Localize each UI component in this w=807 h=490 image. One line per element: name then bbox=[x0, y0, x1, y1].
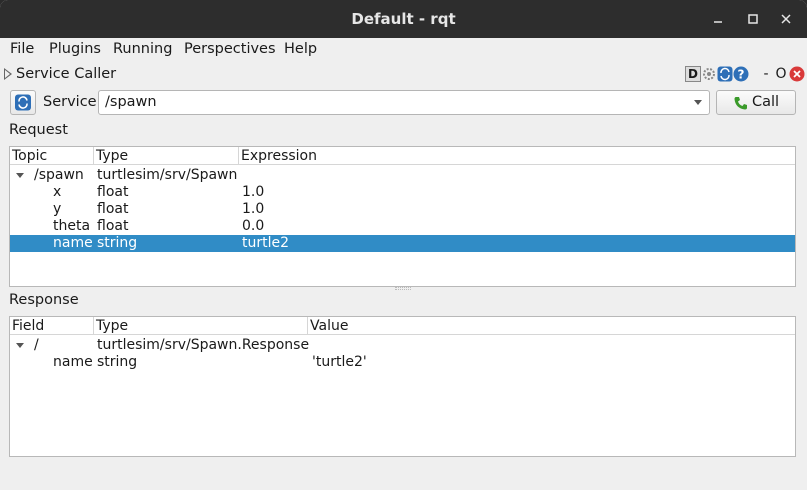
rqt-window: Default - rqt File Plugins Running Persp… bbox=[0, 0, 807, 490]
column-header-value[interactable]: Value bbox=[308, 317, 795, 335]
response-row[interactable]: / turtlesim/srv/Spawn.Response bbox=[10, 337, 795, 354]
gear-icon bbox=[703, 68, 715, 80]
response-tree-header: Field Type Value bbox=[10, 317, 795, 335]
call-label: Call bbox=[752, 94, 780, 110]
row-type: string bbox=[97, 235, 138, 251]
row-field: / bbox=[34, 337, 39, 353]
row-type: turtlesim/srv/Spawn.Response bbox=[97, 337, 310, 353]
response-tree[interactable]: Field Type Value / turtlesim/srv/Spawn.R… bbox=[9, 316, 796, 457]
row-expression[interactable]: 1.0 bbox=[242, 201, 264, 218]
reload-plugin-button[interactable] bbox=[717, 66, 733, 82]
column-header-field[interactable]: Field bbox=[10, 317, 94, 335]
menu-bar: File Plugins Running Perspectives Help bbox=[0, 38, 807, 62]
row-topic: /spawn bbox=[34, 167, 84, 183]
plugin-title: Service Caller bbox=[16, 66, 117, 82]
expand-arrow-icon[interactable] bbox=[16, 173, 24, 178]
row-topic: y bbox=[53, 201, 62, 217]
phone-icon bbox=[734, 97, 747, 110]
close-window-button[interactable] bbox=[774, 7, 798, 31]
maximize-button[interactable] bbox=[741, 7, 765, 31]
dock-toggle-button[interactable]: D bbox=[685, 66, 701, 82]
request-row-selected[interactable]: name string turtle2 bbox=[10, 235, 795, 252]
menu-help[interactable]: Help bbox=[284, 41, 317, 57]
maximize-icon bbox=[748, 14, 758, 24]
response-row[interactable]: name string 'turtle2' bbox=[10, 354, 795, 371]
request-row[interactable]: y float 1.0 bbox=[10, 201, 795, 218]
service-combobox[interactable]: /spawn bbox=[98, 90, 710, 115]
request-section-label: Request bbox=[9, 122, 68, 138]
plugin-title-bar: Service Caller D ? - O bbox=[0, 62, 807, 86]
request-tree-header: Topic Type Expression bbox=[10, 147, 795, 165]
reload-icon bbox=[717, 66, 733, 82]
collapse-triangle-icon[interactable] bbox=[4, 68, 12, 80]
splitter-handle[interactable] bbox=[395, 287, 411, 290]
settings-gear-button[interactable] bbox=[701, 66, 717, 82]
request-row[interactable]: /spawn turtlesim/srv/Spawn bbox=[10, 167, 795, 184]
call-button[interactable]: Call bbox=[716, 90, 796, 115]
help-button[interactable]: ? bbox=[733, 66, 749, 82]
row-expression[interactable]: 1.0 bbox=[242, 184, 264, 201]
request-tree[interactable]: Topic Type Expression /spawn turtlesim/s… bbox=[9, 146, 796, 287]
minimize-plugin-button[interactable]: - bbox=[758, 66, 774, 82]
row-topic: name bbox=[53, 235, 93, 251]
minimize-button[interactable] bbox=[706, 7, 730, 31]
float-plugin-button[interactable]: O bbox=[773, 66, 789, 82]
close-plugin-button[interactable] bbox=[789, 66, 805, 82]
close-icon bbox=[781, 14, 791, 24]
row-topic: theta bbox=[53, 218, 91, 234]
menu-running[interactable]: Running bbox=[113, 41, 172, 57]
row-type: float bbox=[97, 201, 129, 217]
row-expression[interactable]: 0.0 bbox=[242, 218, 264, 235]
row-topic: x bbox=[53, 184, 62, 200]
row-type: float bbox=[97, 184, 129, 200]
close-circle-icon bbox=[789, 66, 805, 82]
response-section-label: Response bbox=[9, 292, 79, 308]
menu-perspectives[interactable]: Perspectives bbox=[184, 41, 276, 57]
column-header-topic[interactable]: Topic bbox=[10, 147, 94, 165]
chevron-down-icon bbox=[694, 100, 702, 105]
menu-file[interactable]: File bbox=[10, 41, 34, 57]
column-header-type[interactable]: Type bbox=[94, 147, 239, 165]
row-type: float bbox=[97, 218, 129, 234]
service-value: /spawn bbox=[105, 94, 157, 110]
menu-plugins[interactable]: Plugins bbox=[49, 41, 101, 57]
request-row[interactable]: theta float 0.0 bbox=[10, 218, 795, 235]
row-field: name bbox=[53, 354, 93, 370]
help-icon: ? bbox=[733, 66, 749, 82]
window-title: Default - rqt bbox=[351, 10, 456, 28]
row-type: turtlesim/srv/Spawn bbox=[97, 167, 238, 183]
row-type: string bbox=[97, 354, 138, 370]
refresh-services-button[interactable] bbox=[10, 90, 36, 115]
minimize-icon bbox=[714, 21, 722, 23]
row-value: 'turtle2' bbox=[312, 354, 367, 370]
column-header-type[interactable]: Type bbox=[94, 317, 308, 335]
request-row[interactable]: x float 1.0 bbox=[10, 184, 795, 201]
expand-arrow-icon[interactable] bbox=[16, 343, 24, 348]
refresh-icon bbox=[15, 94, 31, 111]
svg-text:?: ? bbox=[738, 68, 745, 82]
service-label: Service bbox=[43, 94, 97, 110]
title-bar: Default - rqt bbox=[0, 0, 807, 38]
row-expression[interactable]: turtle2 bbox=[242, 235, 289, 252]
column-header-expression[interactable]: Expression bbox=[239, 147, 795, 165]
